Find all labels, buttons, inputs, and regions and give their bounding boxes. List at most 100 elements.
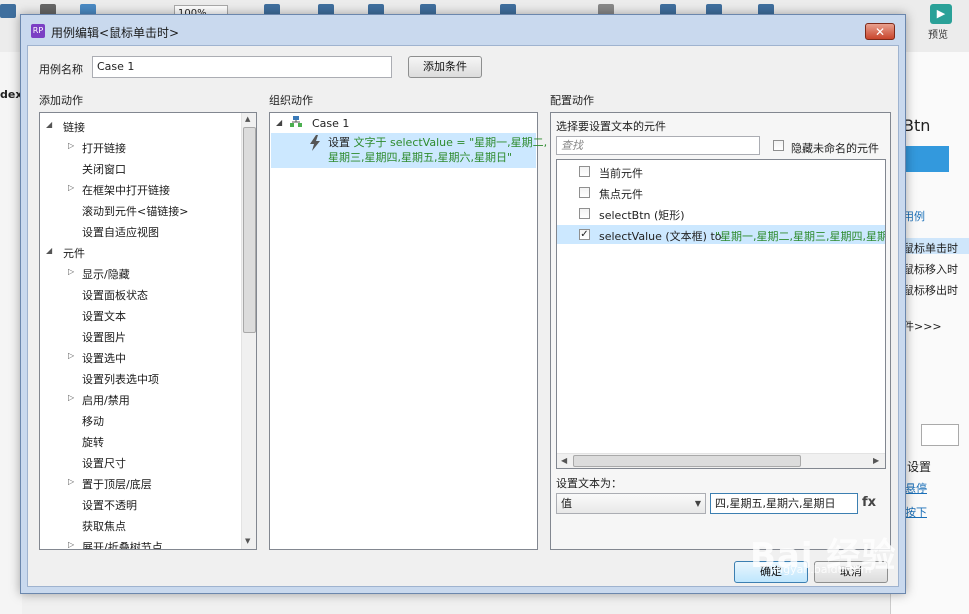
widget-label: 当前元件 — [599, 167, 643, 180]
value-text-input[interactable]: 四,星期五,星期六,星期日 — [710, 493, 858, 514]
action-tree-item[interactable]: 旋转 — [40, 433, 240, 451]
action-tree-item[interactable]: ▷ 显示/隐藏 — [40, 265, 240, 283]
action-tree-item[interactable]: 设置尺寸 — [40, 454, 240, 472]
settings-label: 设置 — [907, 460, 932, 474]
toolbar-icon[interactable] — [0, 4, 16, 18]
organize-action-header: 组织动作 — [269, 94, 313, 107]
action-tree-item[interactable]: ▷ 在框架中打开链接 — [40, 181, 240, 199]
widget-row[interactable]: 当前元件 — [557, 162, 885, 181]
case-name-input[interactable]: Case 1 — [92, 56, 392, 78]
preview-icon[interactable]: ▶ — [930, 4, 952, 24]
event-mouseleave[interactable]: 鼠标移出时 — [903, 282, 958, 298]
left-strip: dex — [0, 52, 22, 614]
hide-unnamed-checkbox[interactable] — [773, 140, 784, 151]
action-tree-item[interactable]: ▷ 展开/折叠树节点 — [40, 538, 240, 549]
case-label[interactable]: Case 1 — [312, 117, 349, 130]
action-tree-label: 设置自适应视图 — [82, 226, 159, 239]
widget-label: selectValue (文本框) to — [599, 230, 722, 243]
action-row-selected[interactable]: 设置 文字于 selectValue = "星期一,星期二, 星期三,星期四,星… — [271, 133, 547, 168]
action-tree-label: 设置不透明 — [82, 499, 137, 512]
widget-value-text: "星期一,星期二,星期三,星期四,星期 — [715, 230, 886, 243]
event-mouseenter[interactable]: 鼠标移入时 — [903, 261, 958, 277]
widget-row[interactable]: selectBtn (矩形) — [557, 204, 885, 223]
case-tree-icon — [290, 116, 302, 128]
action-tree-item[interactable]: 设置不透明 — [40, 496, 240, 514]
hscroll-thumb[interactable] — [573, 455, 801, 467]
widget-label: selectBtn (矩形) — [599, 209, 685, 222]
action-tree-label: 设置尺寸 — [82, 457, 126, 470]
action-tree-label: 滚动到元件<锚链接> — [82, 205, 189, 218]
collapsed-triangle-icon[interactable]: ▷ — [68, 351, 74, 360]
scroll-left-icon[interactable]: ◀ — [561, 456, 567, 465]
dialog-title: 用例编辑<鼠标单击时> — [51, 26, 180, 40]
event-click[interactable]: 鼠标单击时 — [903, 240, 958, 256]
widget-row[interactable]: ✓ selectValue (文本框) to "星期一,星期二,星期三,星期四,星… — [557, 225, 885, 244]
close-icon[interactable]: ✕ — [865, 23, 895, 40]
action-tree-list: ◢ 链接 ▷ 打开链接关闭窗口 ▷ 在框架中打开链接滚动到元件<锚链接> 设置自适应视图 ◢ 元… — [40, 113, 240, 549]
widget-name: Btn — [903, 116, 931, 135]
action-tree-item[interactable]: 设置文本 — [40, 307, 240, 325]
action-tree-label: 获取焦点 — [82, 520, 126, 533]
expanded-triangle-icon[interactable]: ◢ — [46, 246, 52, 255]
action-tree-item[interactable]: ▷ 打开链接 — [40, 139, 240, 157]
action-tree-item[interactable]: 设置图片 — [40, 328, 240, 346]
configure-action-header: 配置动作 — [550, 94, 594, 107]
collapsed-triangle-icon[interactable]: ▷ — [68, 393, 74, 402]
widget-checkbox[interactable] — [579, 208, 590, 219]
scroll-right-icon[interactable]: ▶ — [873, 456, 879, 465]
action-line2: 星期三,星期四,星期五,星期六,星期日" — [328, 151, 513, 164]
action-tree-item[interactable]: 滚动到元件<锚链接> — [40, 202, 240, 220]
action-tree-item[interactable]: 设置面板状态 — [40, 286, 240, 304]
select-widget-label: 选择要设置文本的元件 — [556, 120, 666, 133]
dialog-body: 用例名称 Case 1 添加条件 添加动作 组织动作 配置动作 ◢ 链接 ▷ 打开链接… — [27, 45, 899, 587]
widget-checkbox[interactable] — [579, 187, 590, 198]
more-events-link[interactable]: 件>>> — [903, 318, 942, 334]
color-picker[interactable] — [921, 424, 959, 446]
widget-checkbox[interactable] — [579, 166, 590, 177]
collapsed-triangle-icon[interactable]: ▷ — [68, 183, 74, 192]
action-tree-label: 设置选中 — [82, 352, 126, 365]
widget-checkbox[interactable]: ✓ — [579, 229, 590, 240]
action-tree-item[interactable]: 移动 — [40, 412, 240, 430]
add-condition-button[interactable]: 添加条件 — [408, 56, 482, 78]
preview-label: 预览 — [928, 30, 948, 41]
action-tree-label: 打开链接 — [82, 142, 126, 155]
action-tree-label: 置于顶层/底层 — [82, 478, 152, 491]
hover-link[interactable]: 悬停 — [905, 480, 927, 496]
search-input[interactable]: 查找 — [556, 136, 760, 155]
value-type-text: 值 — [561, 497, 572, 510]
scroll-up-icon[interactable]: ▲ — [245, 115, 250, 123]
widget-row[interactable]: 焦点元件 — [557, 183, 885, 202]
collapsed-triangle-icon[interactable]: ▷ — [68, 540, 74, 549]
chevron-down-icon: ▼ — [694, 499, 701, 508]
collapsed-triangle-icon[interactable]: ▷ — [68, 141, 74, 150]
action-tree-item[interactable]: 设置列表选中项 — [40, 370, 240, 388]
action-tree-label: 旋转 — [82, 436, 104, 449]
action-tree-label: 设置列表选中项 — [82, 373, 159, 386]
action-tree-item[interactable]: 获取焦点 — [40, 517, 240, 535]
scroll-thumb[interactable] — [243, 127, 256, 333]
widget-list-hscrollbar[interactable]: ◀ ▶ — [557, 453, 885, 468]
collapsed-triangle-icon[interactable]: ▷ — [68, 477, 74, 486]
fx-button[interactable]: fx — [862, 495, 876, 510]
action-tree-label: 元件 — [63, 247, 85, 260]
action-tree-item[interactable]: ◢ 链接 — [40, 118, 240, 136]
expanded-triangle-icon[interactable]: ◢ — [46, 120, 52, 129]
collapsed-triangle-icon[interactable]: ▷ — [68, 267, 74, 276]
action-tree-item[interactable]: 关闭窗口 — [40, 160, 240, 178]
set-text-label: 设置文本为： — [556, 477, 622, 490]
scroll-down-icon[interactable]: ▼ — [245, 537, 250, 545]
action-tree-scrollbar[interactable]: ▲ ▼ — [241, 113, 256, 549]
value-type-select[interactable]: 值 ▼ — [556, 493, 706, 514]
action-tree-item[interactable]: ◢ 元件 — [40, 244, 240, 262]
action-tree-item[interactable]: ▷ 置于顶层/底层 — [40, 475, 240, 493]
action-tree-item[interactable]: ▷ 启用/禁用 — [40, 391, 240, 409]
pressed-link[interactable]: 按下 — [905, 504, 927, 520]
action-tree-label: 设置面板状态 — [82, 289, 148, 302]
widget-label: 焦点元件 — [599, 188, 643, 201]
action-tree-item[interactable]: 设置自适应视图 — [40, 223, 240, 241]
usecase-link[interactable]: 用例 — [903, 208, 925, 224]
case-expand-icon[interactable]: ◢ — [276, 118, 282, 127]
action-tree-label: 显示/隐藏 — [82, 268, 130, 281]
action-tree-item[interactable]: ▷ 设置选中 — [40, 349, 240, 367]
